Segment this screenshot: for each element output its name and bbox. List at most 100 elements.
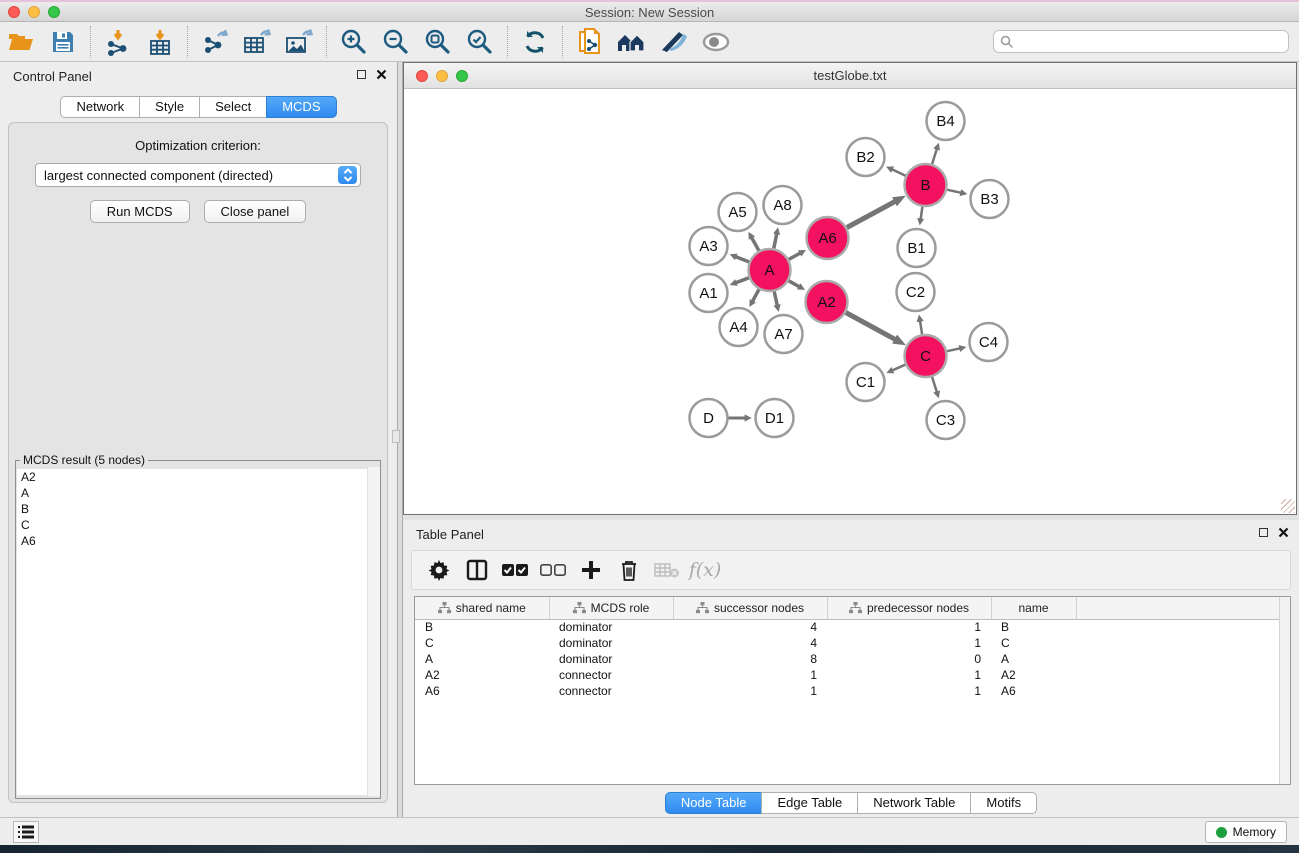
table-cell[interactable]: B — [415, 619, 549, 635]
graph-node-A[interactable]: A — [749, 249, 791, 291]
graph-edge-A-A7[interactable] — [774, 292, 777, 306]
open-session-icon[interactable] — [0, 25, 42, 59]
close-table-panel-icon[interactable] — [1278, 527, 1289, 538]
network-window-titlebar[interactable]: testGlobe.txt — [404, 63, 1296, 89]
table-cell[interactable]: connector — [549, 683, 673, 699]
window-resize-grip[interactable] — [1281, 499, 1295, 513]
graph-edge-B-B3[interactable] — [947, 190, 961, 193]
mcds-result-item[interactable]: A6 — [17, 533, 379, 549]
graph-edge-C-C1[interactable] — [892, 365, 905, 371]
tab-network[interactable]: Network — [60, 96, 140, 118]
table-cell[interactable]: 1 — [673, 667, 827, 683]
column-header-successor-nodes[interactable]: successor nodes — [673, 597, 827, 619]
open-from-ndex-icon[interactable] — [611, 25, 653, 59]
graph-node-A3[interactable]: A3 — [690, 227, 728, 265]
table-row[interactable]: Bdominator41B — [415, 619, 1290, 635]
tab-network-table[interactable]: Network Table — [857, 792, 971, 814]
tab-mcds[interactable]: MCDS — [266, 96, 336, 118]
graph-node-A2[interactable]: A2 — [806, 281, 848, 323]
graph-node-D[interactable]: D — [690, 399, 728, 437]
table-cell[interactable]: connector — [549, 667, 673, 683]
table-cell[interactable]: dominator — [549, 651, 673, 667]
graph-node-C1[interactable]: C1 — [847, 363, 885, 401]
graph-node-B3[interactable]: B3 — [971, 180, 1009, 218]
task-history-button[interactable] — [13, 821, 39, 843]
search-field[interactable] — [993, 30, 1289, 53]
graph-node-B1[interactable]: B1 — [898, 229, 936, 267]
float-table-panel-icon[interactable] — [1259, 528, 1268, 537]
graph-node-B2[interactable]: B2 — [847, 138, 885, 176]
table-cell[interactable]: dominator — [549, 619, 673, 635]
column-header-predecessor-nodes[interactable]: predecessor nodes — [827, 597, 991, 619]
table-row[interactable]: Cdominator41C — [415, 635, 1290, 651]
table-cell[interactable]: A — [991, 651, 1076, 667]
table-row[interactable]: A6connector11A6 — [415, 683, 1290, 699]
table-cell[interactable]: dominator — [549, 635, 673, 651]
table-cell[interactable]: A6 — [415, 683, 549, 699]
zoom-fit-icon[interactable] — [417, 25, 459, 59]
table-scrollbar[interactable] — [1279, 597, 1290, 784]
graph-node-A4[interactable]: A4 — [720, 308, 758, 346]
graph-edge-A-A4[interactable] — [752, 289, 759, 301]
export-image-icon[interactable] — [278, 25, 320, 59]
create-column-icon[interactable] — [572, 553, 610, 587]
table-cell[interactable]: 8 — [673, 651, 827, 667]
apply-layout-icon[interactable] — [514, 25, 556, 59]
graph-edge-A-A3[interactable] — [736, 257, 750, 262]
show-columns-icon[interactable] — [458, 553, 496, 587]
run-mcds-button[interactable]: Run MCDS — [90, 200, 190, 223]
table-settings-icon[interactable] — [420, 553, 458, 587]
graph-node-B4[interactable]: B4 — [927, 102, 965, 140]
graph-node-A7[interactable]: A7 — [765, 315, 803, 353]
table-cell[interactable]: A6 — [991, 683, 1076, 699]
splitter-thumb[interactable] — [392, 430, 400, 443]
tab-select[interactable]: Select — [199, 96, 267, 118]
attribute-table[interactable]: shared nameMCDS rolesuccessor nodesprede… — [415, 597, 1290, 699]
graph-node-A6[interactable]: A6 — [807, 217, 849, 259]
table-cell[interactable]: B — [991, 619, 1076, 635]
network-canvas[interactable]: AA1A2A3A4A5A6A7A8BB1B2B3B4CC1C2C3C4DD1 — [404, 89, 1296, 514]
mcds-result-list[interactable]: A2ABCA6 — [17, 469, 379, 795]
column-header-mcds-role[interactable]: MCDS role — [549, 597, 673, 619]
graph-node-C4[interactable]: C4 — [970, 323, 1008, 361]
graph-edge-A6-B[interactable] — [847, 201, 896, 227]
save-session-icon[interactable] — [42, 25, 84, 59]
deselect-all-columns-icon[interactable] — [534, 553, 572, 587]
graph-edge-B-B1[interactable] — [921, 207, 923, 220]
graph-node-C3[interactable]: C3 — [927, 401, 965, 439]
table-cell[interactable]: A2 — [415, 667, 549, 683]
mcds-result-item[interactable]: C — [17, 517, 379, 533]
table-cell[interactable]: 1 — [827, 635, 991, 651]
table-cell[interactable]: 4 — [673, 635, 827, 651]
delete-columns-icon[interactable] — [610, 553, 648, 587]
new-network-from-selection-icon[interactable] — [569, 25, 611, 59]
tab-style[interactable]: Style — [139, 96, 200, 118]
graph-edge-A-A8[interactable] — [774, 233, 777, 248]
graph-node-C[interactable]: C — [905, 335, 947, 377]
select-all-columns-icon[interactable] — [496, 553, 534, 587]
search-input[interactable] — [1014, 32, 1288, 51]
tab-node-table[interactable]: Node Table — [665, 792, 763, 814]
import-table-icon[interactable] — [139, 25, 181, 59]
zoom-selected-icon[interactable] — [459, 25, 501, 59]
graph-node-A5[interactable]: A5 — [719, 193, 757, 231]
close-panel-icon[interactable] — [376, 69, 387, 80]
table-cell[interactable]: 0 — [827, 651, 991, 667]
close-panel-button[interactable]: Close panel — [204, 200, 307, 223]
zoom-in-icon[interactable] — [333, 25, 375, 59]
graph-node-C2[interactable]: C2 — [897, 273, 935, 311]
column-header-shared-name[interactable]: shared name — [415, 597, 549, 619]
table-cell[interactable]: C — [991, 635, 1076, 651]
tab-motifs[interactable]: Motifs — [970, 792, 1037, 814]
float-panel-icon[interactable] — [357, 70, 366, 79]
graph-edge-B-B4[interactable] — [932, 149, 937, 164]
graph-edge-A-A5[interactable] — [752, 237, 759, 250]
graph-edge-A-A6[interactable] — [789, 253, 801, 259]
export-network-icon[interactable] — [194, 25, 236, 59]
mcds-result-scrollbar[interactable] — [367, 467, 380, 796]
mcds-result-item[interactable]: A — [17, 485, 379, 501]
graph-edge-C-C4[interactable] — [947, 348, 960, 351]
save-to-ndex-icon[interactable] — [653, 25, 695, 59]
graph-node-A1[interactable]: A1 — [690, 274, 728, 312]
table-cell[interactable]: A2 — [991, 667, 1076, 683]
